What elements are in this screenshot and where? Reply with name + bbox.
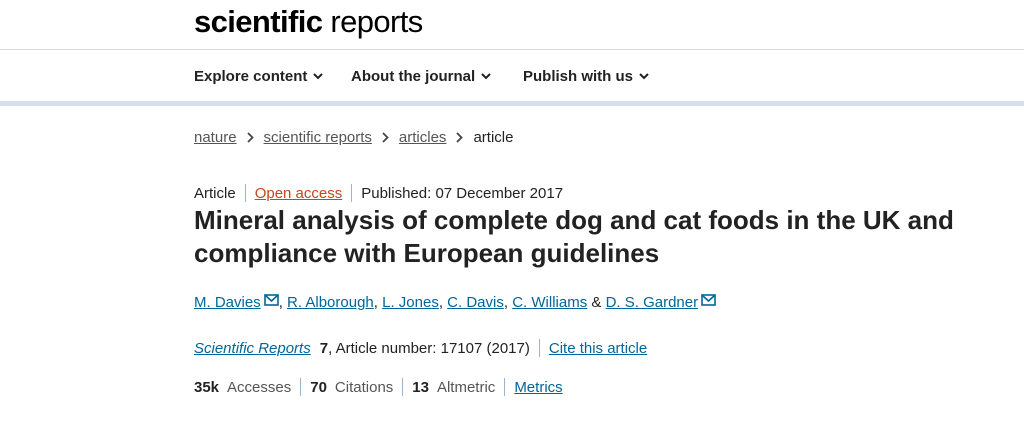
accesses-label: Accesses	[227, 378, 292, 396]
nav-about-journal[interactable]: About the journal	[351, 68, 491, 85]
citation-info: Scientific Reports 7 , Article number: 1…	[194, 339, 647, 357]
author-link[interactable]: C. Davis	[447, 294, 504, 311]
article-metrics: 35k Accesses 70 Citations 13 Altmetric M…	[194, 378, 563, 396]
breadcrumb-current: article	[473, 129, 514, 146]
author-and: &	[591, 294, 602, 311]
author-list: M. Davies , R. Alborough , L. Jones , C.…	[194, 293, 716, 311]
citations-label: Citations	[334, 378, 394, 396]
article-type: Article	[194, 184, 236, 202]
author-link[interactable]: L. Jones	[382, 294, 439, 311]
site-logo[interactable]: scientific reports	[194, 4, 423, 40]
divider	[538, 339, 540, 357]
altmetric-score: 13	[412, 378, 429, 396]
author-link[interactable]: D. S. Gardner	[606, 294, 699, 311]
published-date: Published: 07 December 2017	[361, 184, 564, 202]
open-access-link[interactable]: Open access	[255, 185, 343, 202]
chevron-down-icon	[481, 73, 491, 80]
accesses-count: 35k	[194, 378, 220, 396]
cite-this-article-link[interactable]: Cite this article	[549, 340, 647, 357]
site-header: scientific reports	[0, 0, 1024, 50]
nav-label: Explore content	[194, 68, 308, 85]
logo-bold-text: scientific	[194, 4, 323, 39]
author-link[interactable]: C. Williams	[512, 294, 587, 311]
divider	[300, 378, 302, 396]
article-number: , Article number: 17107 (2017)	[328, 339, 530, 357]
author-separator: ,	[438, 294, 448, 311]
divider	[351, 184, 353, 202]
envelope-icon[interactable]	[263, 293, 279, 306]
nav-label: About the journal	[351, 68, 476, 85]
breadcrumb-link-articles[interactable]: articles	[399, 129, 447, 146]
author-separator: ,	[373, 294, 383, 311]
article-meta: Article Open access Published: 07 Decemb…	[194, 184, 563, 202]
author-link[interactable]: M. Davies	[194, 294, 261, 311]
divider	[244, 184, 246, 202]
envelope-icon[interactable]	[701, 293, 716, 306]
author-separator: ,	[278, 294, 288, 311]
chevron-right-icon	[456, 132, 464, 143]
citations-count: 70	[310, 378, 327, 396]
divider	[402, 378, 404, 396]
breadcrumb: nature scientific reports articles artic…	[194, 129, 513, 146]
volume: 7	[319, 339, 329, 357]
nav-divider	[0, 101, 1024, 106]
chevron-down-icon	[313, 73, 324, 80]
chevron-down-icon	[639, 73, 649, 80]
journal-name-link[interactable]: Scientific Reports	[194, 340, 311, 357]
author-link[interactable]: R. Alborough	[287, 294, 374, 311]
divider	[504, 378, 506, 396]
author-separator: ,	[503, 294, 513, 311]
altmetric-label: Altmetric	[436, 378, 496, 396]
nav-explore-content[interactable]: Explore content	[194, 68, 324, 85]
nav-publish-with-us[interactable]: Publish with us	[523, 68, 649, 85]
logo-regular-text: reports	[330, 4, 423, 39]
chevron-right-icon	[246, 132, 254, 143]
article-title: Mineral analysis of complete dog and cat…	[194, 205, 954, 268]
chevron-right-icon	[382, 132, 389, 143]
main-nav: Explore content About the journal Publis…	[0, 51, 1024, 101]
metrics-link[interactable]: Metrics	[514, 379, 562, 396]
breadcrumb-link-nature[interactable]: nature	[194, 129, 237, 146]
nav-label: Publish with us	[523, 68, 634, 85]
breadcrumb-link-scientific-reports[interactable]: scientific reports	[264, 129, 372, 146]
